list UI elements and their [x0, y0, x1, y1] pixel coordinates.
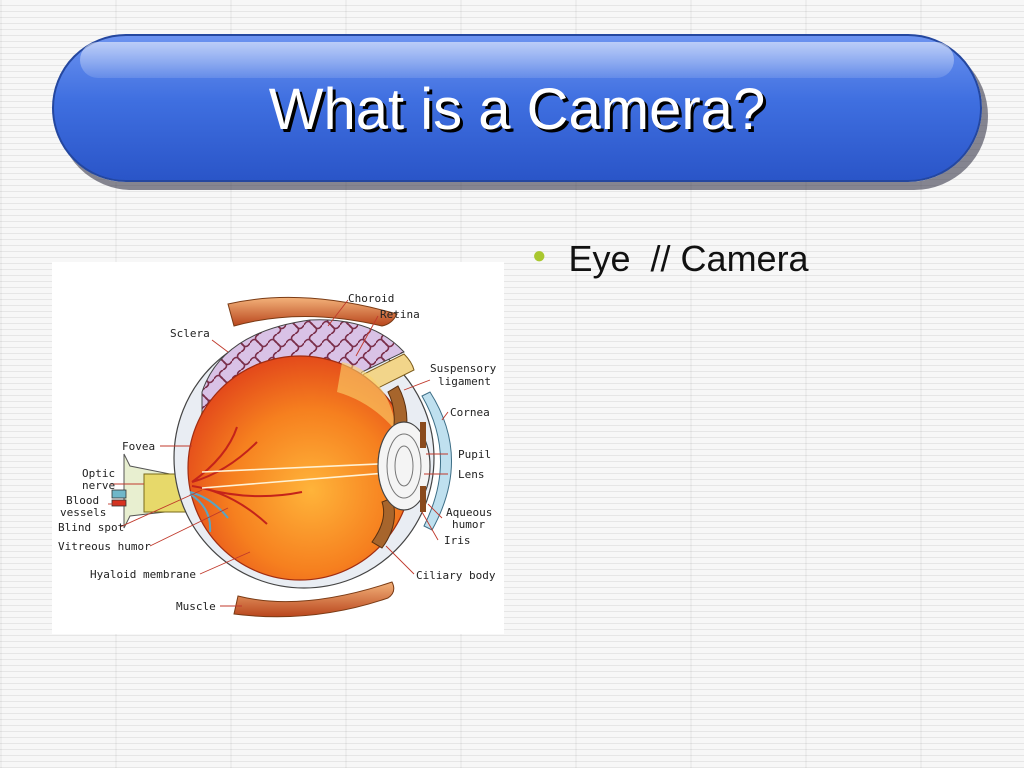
leader-ciliary — [385, 545, 415, 575]
blood-vessel-red — [111, 499, 127, 507]
iris-bottom — [420, 486, 426, 512]
label-pupil: Pupil — [458, 448, 491, 461]
label-retina: Retina — [380, 308, 420, 321]
label-cornea: Cornea — [450, 406, 490, 419]
label-iris: Iris — [444, 534, 471, 547]
eye-diagram-svg: Choroid Retina Sclera Suspensory ligamen… — [58, 292, 497, 618]
label-ciliary: Ciliary body — [416, 569, 496, 582]
label-suspensory: Suspensory — [430, 362, 497, 375]
label-humor: humor — [452, 518, 485, 531]
bullet-dot-icon: ● — [532, 242, 547, 269]
leader-sclera — [211, 339, 229, 353]
label-fovea: Fovea — [122, 440, 155, 453]
title-bar: What is a Camera? — [52, 34, 982, 182]
bullet-text: Eye // Camera — [568, 238, 809, 279]
label-vitreous: Vitreous humor — [58, 540, 151, 553]
label-nerve: nerve — [82, 479, 115, 492]
label-muscle: Muscle — [176, 600, 216, 613]
slide-title: What is a Camera? — [268, 77, 766, 142]
bullet-list: ● Eye // Camera — [532, 238, 809, 280]
bullet-item: ● Eye // Camera — [532, 238, 809, 280]
eye-diagram: Choroid Retina Sclera Suspensory ligamen… — [52, 262, 504, 634]
iris-top — [420, 422, 426, 448]
label-blind-spot: Blind spot — [58, 521, 124, 534]
label-sclera: Sclera — [170, 327, 210, 340]
label-hyaloid: Hyaloid membrane — [90, 568, 196, 581]
label-choroid: Choroid — [348, 292, 394, 305]
title-gloss — [80, 42, 954, 78]
label-ligament: ligament — [438, 375, 491, 388]
label-vessels: vessels — [60, 506, 106, 519]
label-lens: Lens — [458, 468, 485, 481]
